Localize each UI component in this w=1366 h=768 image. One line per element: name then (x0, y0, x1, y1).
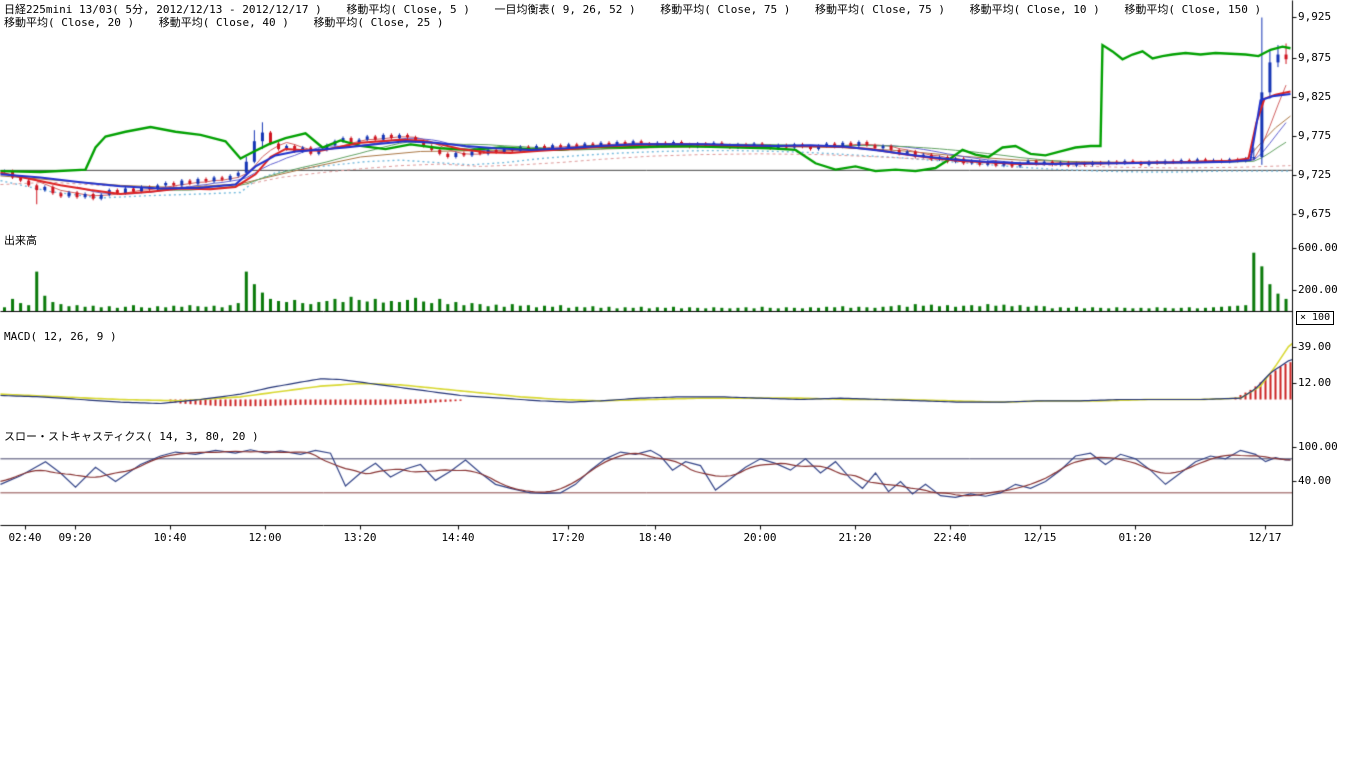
x-tick-label: 09:20 (58, 532, 91, 544)
stoch-tick-label: 40.00 (1298, 475, 1331, 487)
x-tick-label: 13:20 (343, 532, 376, 544)
x-tick-label: 12/17 (1248, 532, 1281, 544)
x-tick-label: 20:00 (743, 532, 776, 544)
indicator-label-ma40: 移動平均( Close, 40 ) (159, 16, 289, 29)
indicator-label-ma75b: 移動平均( Close, 75 ) (815, 3, 945, 16)
price-tick-label: 9,825 (1298, 91, 1331, 103)
price-tick-label: 9,775 (1298, 130, 1331, 142)
price-tick-label: 9,675 (1298, 208, 1331, 220)
x-tick-label: 14:40 (441, 532, 474, 544)
x-tick-label: 01:20 (1118, 532, 1151, 544)
x-tick-label: 22:40 (933, 532, 966, 544)
indicator-label-ma150: 移動平均( Close, 150 ) (1124, 3, 1261, 16)
x-tick-label: 21:20 (838, 532, 871, 544)
volume-tick-label: 600.00 (1298, 242, 1338, 254)
macd-panel-label: MACD( 12, 26, 9 ) (4, 330, 117, 343)
volume-panel-label: 出来高 (4, 232, 37, 248)
x-tick-label: 12:00 (248, 532, 281, 544)
x-tick-label: 02:40 (8, 532, 41, 544)
price-tick-label: 9,875 (1298, 52, 1331, 64)
indicator-label-ma75a: 移動平均( Close, 75 ) (660, 3, 790, 16)
chart-canvas (0, 0, 1366, 560)
x-tick-label: 10:40 (153, 532, 186, 544)
indicator-label-ma10: 移動平均( Close, 10 ) (970, 3, 1100, 16)
macd-tick-label: 39.00 (1298, 341, 1331, 353)
macd-tick-label: 12.00 (1298, 377, 1331, 389)
indicator-label-ichimoku: 一目均衡表( 9, 26, 52 ) (495, 3, 636, 16)
x-tick-label: 12/15 (1023, 532, 1056, 544)
x-tick-label: 17:20 (551, 532, 584, 544)
price-tick-label: 9,725 (1298, 169, 1331, 181)
stochastics-panel-label: スロー・ストキャスティクス( 14, 3, 80, 20 ) (4, 428, 259, 444)
multiplier-badge: × 100 (1296, 311, 1334, 325)
header-line-2: 移動平均( Close, 20 ) 移動平均( Close, 40 ) 移動平均… (4, 14, 462, 30)
chart-screen: 日経225mini 13/03( 5分, 2012/12/13 - 2012/1… (0, 0, 1366, 768)
indicator-label-ma25: 移動平均( Close, 25 ) (313, 16, 443, 29)
price-tick-label: 9,925 (1298, 11, 1331, 23)
indicator-label-ma20: 移動平均( Close, 20 ) (4, 16, 134, 29)
volume-tick-label: 200.00 (1298, 284, 1338, 296)
x-tick-label: 18:40 (638, 532, 671, 544)
stoch-tick-label: 100.00 (1298, 441, 1338, 453)
